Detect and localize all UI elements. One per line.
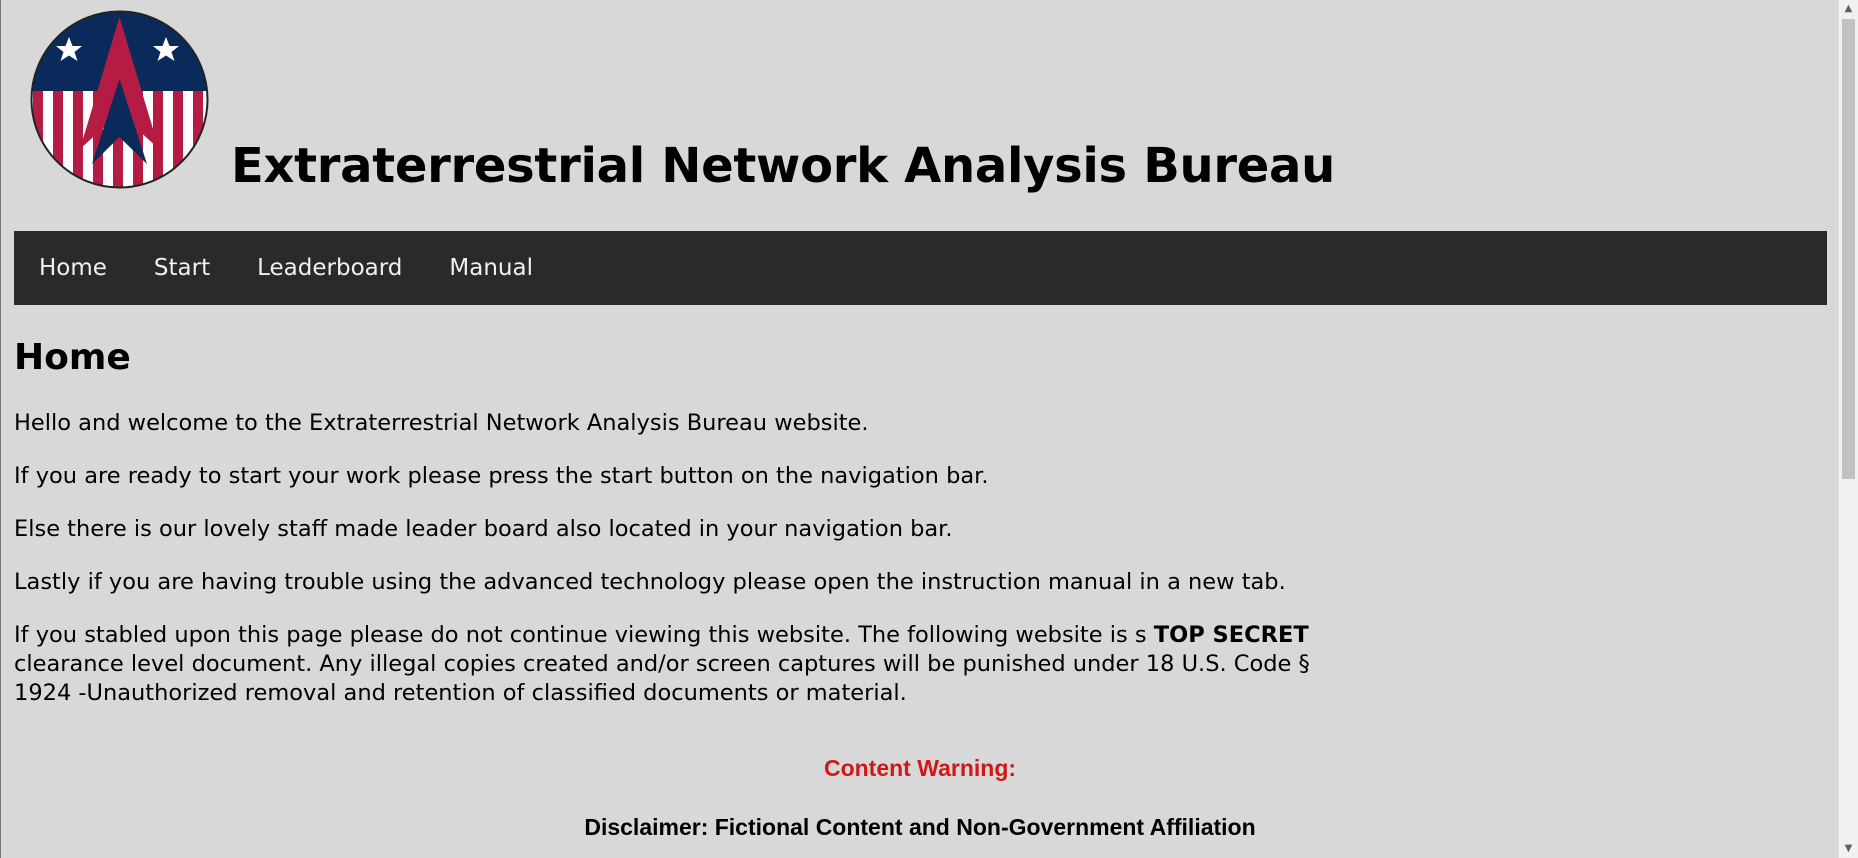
manual-paragraph: Lastly if you are having trouble using t… bbox=[14, 569, 1286, 595]
nav-link-leaderboard[interactable]: Leaderboard bbox=[257, 255, 402, 281]
scroll-down-arrow-icon[interactable]: ▼ bbox=[1839, 840, 1858, 858]
site-header: Extraterrestrial Network Analysis Bureau bbox=[1, 0, 1839, 231]
nav-link-home[interactable]: Home bbox=[39, 255, 107, 281]
top-secret-label: TOP SECRET bbox=[1153, 622, 1309, 648]
start-instructions-paragraph: If you are ready to start your work plea… bbox=[14, 463, 989, 489]
main-content: Home Hello and welcome to the Extraterre… bbox=[14, 335, 1364, 732]
scrollbar-thumb[interactable] bbox=[1842, 19, 1855, 479]
nav-link-manual[interactable]: Manual bbox=[449, 255, 533, 281]
nav-link-start[interactable]: Start bbox=[154, 255, 210, 281]
welcome-paragraph: Hello and welcome to the Extraterrestria… bbox=[14, 410, 869, 436]
seal-star-stripes-logo bbox=[30, 10, 209, 189]
leaderboard-paragraph: Else there is our lovely staff made lead… bbox=[14, 516, 953, 542]
content-warning-section: Content Warning: Disclaimer: Fictional C… bbox=[1, 755, 1839, 841]
browser-viewport: Extraterrestrial Network Analysis Bureau… bbox=[0, 0, 1838, 858]
navigation-bar: Home Start Leaderboard Manual bbox=[14, 231, 1827, 305]
site-title: Extraterrestrial Network Analysis Bureau bbox=[231, 138, 1335, 194]
scroll-up-arrow-icon[interactable]: ▲ bbox=[1839, 0, 1858, 18]
vertical-scrollbar[interactable]: ▲ ▼ bbox=[1838, 0, 1858, 858]
classified-warning-paragraph: If you stabled upon this page please do … bbox=[14, 621, 1364, 708]
classified-text-start: If you stabled upon this page please do … bbox=[14, 622, 1154, 648]
disclaimer-title: Disclaimer: Fictional Content and Non-Go… bbox=[584, 814, 1256, 840]
content-warning-title: Content Warning: bbox=[823, 755, 1017, 781]
page-title: Home bbox=[14, 337, 131, 378]
classified-text-end: clearance level document. Any illegal co… bbox=[14, 651, 1310, 706]
